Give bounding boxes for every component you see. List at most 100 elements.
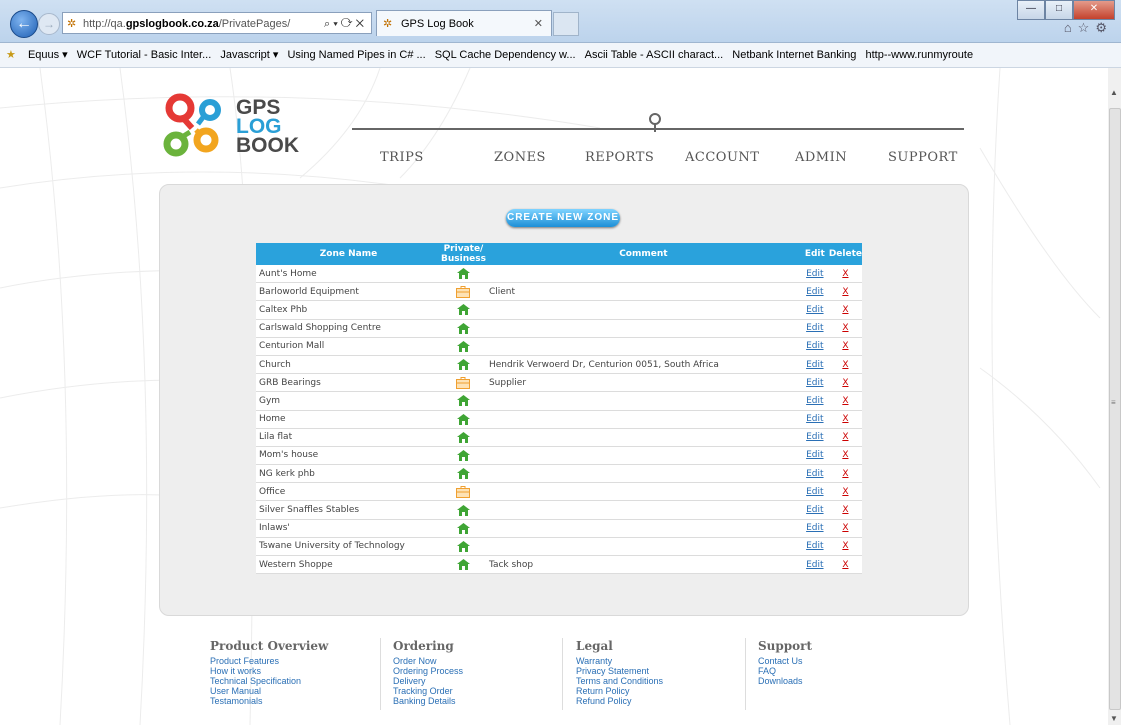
nav-account[interactable]: ACCOUNT: [685, 150, 759, 165]
fav-item[interactable]: Javascript ▾: [220, 49, 278, 61]
delete-link[interactable]: X: [828, 482, 862, 502]
favorites-star-icon[interactable]: ★: [6, 49, 16, 61]
footer-link[interactable]: Banking Details: [393, 696, 463, 706]
fav-item[interactable]: WCF Tutorial - Basic Inter...: [77, 49, 211, 61]
home-star-gear-icons[interactable]: ⌂☆⚙: [1064, 20, 1113, 36]
maximize-button[interactable]: □: [1045, 0, 1073, 20]
delete-link[interactable]: X: [828, 373, 862, 393]
nav-trips[interactable]: TRIPS: [380, 150, 424, 165]
edit-link[interactable]: Edit: [800, 300, 829, 320]
footer-link[interactable]: Warranty: [576, 656, 663, 666]
back-button[interactable]: ←: [10, 10, 38, 38]
edit-link[interactable]: Edit: [800, 355, 829, 375]
scroll-down-icon[interactable]: ▼: [1110, 714, 1118, 723]
footer-link[interactable]: Downloads: [758, 676, 812, 686]
table-row: Silver Snaffles Stables Edit X: [256, 500, 862, 520]
delete-link[interactable]: X: [828, 337, 862, 356]
delete-link[interactable]: X: [828, 355, 862, 375]
edit-link[interactable]: Edit: [800, 265, 829, 284]
zone-name: Church: [256, 355, 441, 375]
footer-link[interactable]: Technical Specification: [210, 676, 328, 686]
footer-link[interactable]: Contact Us: [758, 656, 812, 666]
scroll-thumb[interactable]: [1109, 108, 1121, 710]
table-row: Inlaws' Edit X: [256, 519, 862, 538]
edit-link[interactable]: Edit: [800, 391, 829, 411]
delete-link[interactable]: X: [828, 300, 862, 320]
edit-link[interactable]: Edit: [800, 282, 829, 302]
edit-link[interactable]: Edit: [800, 373, 829, 393]
footer-link[interactable]: Privacy Statement: [576, 666, 663, 676]
edit-link[interactable]: Edit: [800, 464, 829, 484]
edit-link[interactable]: Edit: [800, 337, 829, 356]
edit-link[interactable]: Edit: [800, 428, 829, 447]
fav-item[interactable]: SQL Cache Dependency w...: [435, 49, 576, 61]
delete-link[interactable]: X: [828, 446, 862, 466]
footer-link[interactable]: Ordering Process: [393, 666, 463, 676]
delete-link[interactable]: X: [828, 555, 862, 575]
delete-link[interactable]: X: [828, 464, 862, 484]
browser-tab[interactable]: ✲ GPS Log Book ✕: [376, 10, 552, 36]
new-tab-button[interactable]: [553, 12, 579, 36]
edit-link[interactable]: Edit: [800, 446, 829, 466]
footer-link[interactable]: Product Features: [210, 656, 328, 666]
delete-link[interactable]: X: [828, 519, 862, 538]
fav-item[interactable]: Netbank Internet Banking: [732, 49, 856, 61]
footer-heading: Ordering: [393, 639, 454, 653]
edit-link[interactable]: Edit: [800, 319, 829, 338]
private-house-icon: [441, 300, 486, 320]
edit-link[interactable]: Edit: [800, 500, 829, 520]
delete-link[interactable]: X: [828, 265, 862, 284]
close-tab-icon[interactable]: ✕: [534, 11, 543, 37]
create-new-zone-button[interactable]: CREATE NEW ZONE: [506, 209, 620, 227]
close-window-button[interactable]: ✕: [1073, 0, 1115, 20]
forward-button[interactable]: →: [38, 13, 60, 35]
zone-name: Aunt's Home: [256, 265, 441, 284]
delete-link[interactable]: X: [828, 410, 862, 429]
nav-zones[interactable]: ZONES: [494, 150, 546, 165]
edit-link[interactable]: Edit: [800, 410, 829, 429]
private-house-icon: [441, 428, 486, 447]
footer-link[interactable]: Delivery: [393, 676, 463, 686]
footer-link[interactable]: Refund Policy: [576, 696, 663, 706]
zone-comment: [485, 464, 801, 484]
private-house-icon: [441, 337, 486, 356]
footer-link[interactable]: Return Policy: [576, 686, 663, 696]
delete-link[interactable]: X: [828, 319, 862, 338]
footer-link[interactable]: Terms and Conditions: [576, 676, 663, 686]
fav-item[interactable]: Equus ▾: [28, 49, 68, 61]
vertical-scrollbar[interactable]: ▲ ≡ ▼: [1107, 68, 1121, 725]
fav-item[interactable]: Using Named Pipes in C# ...: [287, 49, 425, 61]
delete-link[interactable]: X: [828, 391, 862, 411]
nav-admin[interactable]: ADMIN: [795, 150, 847, 165]
minimize-button[interactable]: —: [1017, 0, 1045, 20]
delete-link[interactable]: X: [828, 428, 862, 447]
footer-link[interactable]: Tracking Order: [393, 686, 463, 696]
nav-reports[interactable]: REPORTS: [585, 150, 654, 165]
table-row: Tswane University of Technology Edit X: [256, 537, 862, 557]
edit-link[interactable]: Edit: [800, 519, 829, 538]
footer-link[interactable]: Order Now: [393, 656, 463, 666]
footer-link[interactable]: User Manual: [210, 686, 328, 696]
address-bar[interactable]: ✲ http://qa.gpslogbook.co.za/PrivatePage…: [62, 12, 372, 34]
favorites-bar: ★ Equus ▾ WCF Tutorial - Basic Inter... …: [0, 43, 1121, 68]
delete-link[interactable]: X: [828, 500, 862, 520]
footer-link[interactable]: FAQ: [758, 666, 812, 676]
footer-link[interactable]: How it works: [210, 666, 328, 676]
edit-link[interactable]: Edit: [800, 555, 829, 575]
delete-link[interactable]: X: [828, 282, 862, 302]
logo-line-3: BOOK: [236, 134, 299, 157]
scroll-up-icon[interactable]: ▲: [1110, 88, 1118, 97]
table-row: NG kerk phb Edit X: [256, 464, 862, 484]
fav-item[interactable]: Ascii Table - ASCII charact...: [585, 49, 724, 61]
zones-table: Zone Name Private/Business Comment Edit …: [256, 243, 862, 575]
edit-link[interactable]: Edit: [800, 537, 829, 557]
delete-link[interactable]: X: [828, 537, 862, 557]
nav-support[interactable]: SUPPORT: [888, 150, 958, 165]
footer-ordering: Ordering Order Now Ordering Process Deli…: [393, 639, 463, 706]
edit-link[interactable]: Edit: [800, 482, 829, 502]
address-controls-icon[interactable]: ⌕▾⟳✕: [324, 13, 367, 33]
footer-link[interactable]: Testamonials: [210, 696, 328, 706]
business-briefcase-icon: [441, 373, 486, 393]
fav-item[interactable]: http--www.runmyroute: [865, 49, 973, 61]
private-house-icon: [441, 537, 486, 557]
